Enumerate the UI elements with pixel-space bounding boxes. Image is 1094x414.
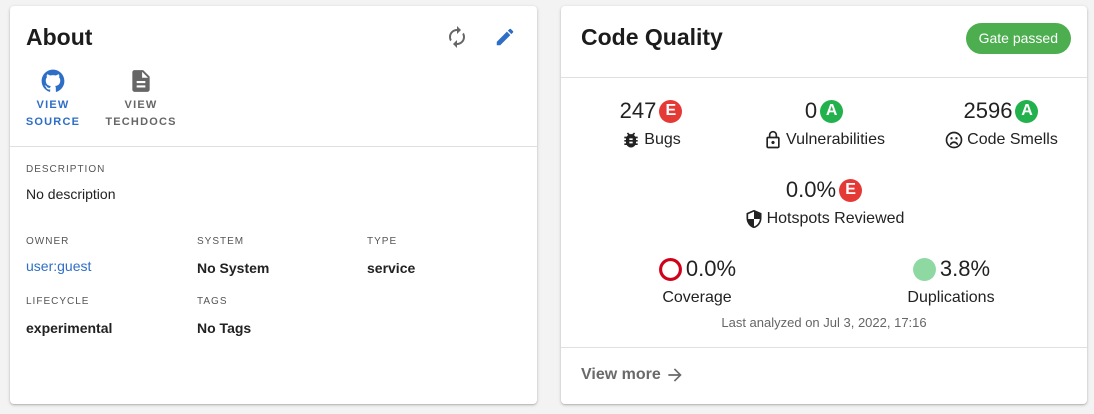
description-value: No description bbox=[26, 186, 116, 202]
duplications-label: Duplications bbox=[907, 289, 995, 306]
code-smells-metric[interactable]: 2596 A Code Smells bbox=[931, 97, 1071, 150]
view-source-link[interactable]: VIEW SOURCE bbox=[26, 68, 80, 131]
bugs-label: Bugs bbox=[644, 131, 681, 148]
bugs-value: 247 bbox=[619, 98, 657, 123]
type-label: TYPE bbox=[367, 236, 398, 247]
github-icon bbox=[41, 69, 65, 92]
vulnerabilities-rating: A bbox=[820, 99, 844, 123]
lifecycle-label: LIFECYCLE bbox=[26, 296, 90, 307]
hotspots-value: 0.0% bbox=[785, 177, 837, 202]
tags-label: TAGS bbox=[197, 296, 228, 307]
quality-header-divider bbox=[561, 77, 1087, 78]
pencil-icon bbox=[496, 28, 514, 46]
arrow-right-icon bbox=[668, 368, 682, 382]
coverage-value: 0.0% bbox=[685, 256, 737, 281]
vulnerabilities-metric[interactable]: 0 A Vulnerabilities bbox=[749, 97, 899, 150]
sad-face-icon bbox=[945, 131, 963, 149]
about-title: About bbox=[26, 24, 93, 50]
bugs-rating: E bbox=[659, 99, 683, 123]
duplications-value: 3.8% bbox=[939, 256, 991, 281]
edit-button[interactable] bbox=[490, 22, 520, 52]
hotspots-metric[interactable]: 0.0% E Hotspots Reviewed bbox=[724, 176, 924, 229]
duplications-circle-icon bbox=[912, 257, 936, 281]
view-more-link[interactable]: View more bbox=[581, 365, 685, 385]
document-icon bbox=[132, 70, 150, 92]
owner-link[interactable]: user:guest bbox=[26, 258, 91, 274]
about-divider bbox=[10, 146, 537, 147]
view-more-label: View more bbox=[581, 366, 661, 383]
last-analyzed-text: Last analyzed on Jul 3, 2022, 17:16 bbox=[721, 315, 927, 330]
gate-status-badge: Gate passed bbox=[965, 23, 1071, 54]
code-smells-label: Code Smells bbox=[967, 131, 1058, 148]
vulnerabilities-label: Vulnerabilities bbox=[785, 131, 885, 148]
code-quality-card: Code Quality Gate passed 247 E Bugs 0 A … bbox=[561, 6, 1087, 404]
code-smells-rating: A bbox=[1015, 99, 1039, 123]
description-label: DESCRIPTION bbox=[26, 164, 106, 175]
system-value: No System bbox=[197, 260, 270, 276]
refresh-icon bbox=[449, 26, 465, 48]
coverage-metric[interactable]: 0.0% Coverage bbox=[627, 255, 767, 308]
duplications-metric[interactable]: 3.8% Duplications bbox=[881, 255, 1021, 308]
view-techdocs-link[interactable]: VIEW TECHDOCS bbox=[104, 68, 178, 131]
tags-value: No Tags bbox=[197, 320, 252, 336]
code-quality-title: Code Quality bbox=[581, 24, 723, 50]
quality-footer-divider bbox=[561, 347, 1087, 348]
type-value: service bbox=[367, 260, 416, 276]
refresh-button[interactable] bbox=[442, 22, 472, 52]
about-card: About VIEW SOURCE VIEW TECHDOCS DESCRIPT… bbox=[10, 6, 537, 404]
lifecycle-value: experimental bbox=[26, 320, 113, 336]
bug-icon bbox=[624, 132, 638, 148]
system-label: SYSTEM bbox=[197, 236, 245, 247]
owner-label: OWNER bbox=[26, 236, 70, 247]
coverage-ring-icon bbox=[658, 257, 682, 281]
vulnerabilities-value: 0 bbox=[804, 98, 818, 123]
shield-icon bbox=[746, 209, 762, 229]
hotspots-rating: E bbox=[839, 178, 863, 202]
view-source-label: VIEW SOURCE bbox=[25, 99, 81, 128]
view-techdocs-label: VIEW TECHDOCS bbox=[105, 99, 177, 128]
lock-icon bbox=[766, 130, 780, 149]
code-smells-value: 2596 bbox=[963, 98, 1013, 123]
hotspots-label: Hotspots Reviewed bbox=[766, 210, 905, 227]
coverage-label: Coverage bbox=[662, 289, 732, 306]
bugs-metric[interactable]: 247 E Bugs bbox=[591, 97, 711, 150]
